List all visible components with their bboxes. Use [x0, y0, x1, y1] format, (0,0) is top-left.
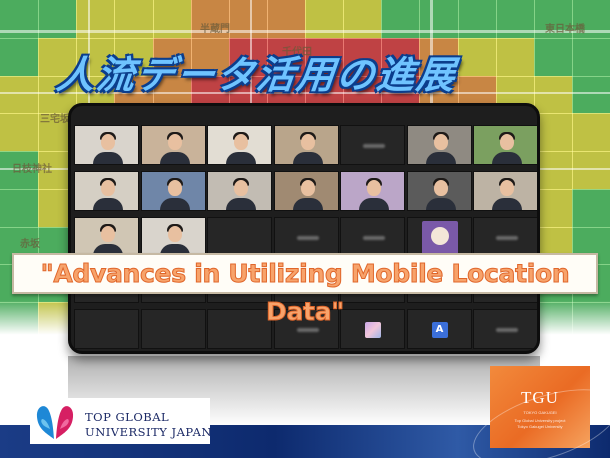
- participant-torso: [159, 152, 190, 164]
- subtitle-text: "Advances in Utilizing Mobile Location D…: [40, 259, 570, 327]
- participant-empty-tile: [207, 217, 272, 257]
- participant-torso: [425, 198, 456, 210]
- blurred-name: [363, 144, 385, 148]
- participant-skin: [300, 134, 315, 150]
- participant-torso: [492, 152, 522, 164]
- participant-skin: [500, 134, 514, 150]
- participant-torso: [359, 198, 389, 210]
- top-global-university-logo: TOP GLOBAL UNIVERSITY JAPAN: [30, 398, 212, 444]
- butterfly-icon: [36, 406, 74, 439]
- heatmap-cell: [571, 75, 610, 115]
- participant-skin: [167, 134, 182, 150]
- tgu-text: TGU: [521, 388, 559, 407]
- participant-empty-tile: [140, 309, 206, 349]
- participant-skin: [167, 226, 182, 242]
- participant-video: [406, 125, 472, 165]
- participant-video: [207, 171, 272, 211]
- participant-name-blurred: [473, 309, 537, 349]
- participant-video: [140, 171, 206, 211]
- heatmap-cell: [0, 188, 40, 228]
- participant-video: [273, 171, 339, 211]
- participant-name-blurred: [340, 217, 405, 257]
- blurred-name: [296, 236, 319, 240]
- tgu-subtext: Tokyo Gakugei University: [517, 424, 563, 429]
- participant-video: [74, 217, 139, 257]
- heatmap-cell: [571, 37, 610, 77]
- participant-video: [406, 171, 472, 211]
- participant-torso: [159, 198, 190, 210]
- participant-video: [340, 171, 405, 211]
- blurred-name: [496, 328, 518, 332]
- blurred-name: [496, 236, 518, 240]
- map-label: 半蔵門: [200, 24, 230, 35]
- participant-torso: [292, 152, 323, 164]
- participant-video: [207, 125, 272, 165]
- participant-skin: [367, 180, 381, 196]
- heatmap-cell: [0, 37, 40, 77]
- map-label: 三宅坂: [40, 114, 70, 125]
- participant-name-blurred: [473, 217, 537, 257]
- participant-video: [273, 125, 339, 165]
- subtitle-banner: "Advances in Utilizing Mobile Location D…: [12, 253, 598, 327]
- map-label: 日枝神社: [12, 164, 52, 175]
- heatmap-cell: [0, 113, 40, 153]
- heatmap-cell: [571, 188, 610, 228]
- heatmap-cell: [0, 75, 40, 115]
- participant-torso: [292, 198, 323, 210]
- participant-skin: [101, 180, 115, 196]
- map-label: 東日本橋: [545, 24, 585, 35]
- tgj-line1: TOP GLOBAL: [85, 410, 170, 424]
- participant-name-blurred: [273, 217, 339, 257]
- participant-video: [473, 125, 537, 165]
- tgu-logo: TGU TOKYO GAKUGEI Top Global University …: [490, 366, 590, 448]
- heatmap-cell: [571, 113, 610, 153]
- participant-skin: [234, 180, 248, 196]
- participant-video: [74, 125, 139, 165]
- participant-torso: [93, 152, 123, 164]
- participant-skin: [433, 180, 448, 196]
- participant-torso: [425, 152, 456, 164]
- map-label: 赤坂: [20, 239, 40, 250]
- avatar: [421, 221, 458, 255]
- participant-skin: [234, 134, 248, 150]
- participant-initial: A: [431, 322, 448, 338]
- blurred-name: [363, 236, 385, 240]
- profile-picture: [365, 322, 381, 338]
- participant-torso: [226, 198, 256, 210]
- participant-torso: [492, 198, 522, 210]
- participant-video: [140, 217, 206, 257]
- map-grid-line: [0, 37, 610, 39]
- participant-torso: [226, 152, 256, 164]
- participant-skin: [101, 226, 115, 242]
- participant-initial-tile: A: [406, 309, 472, 349]
- participant-name-blurred: [340, 125, 405, 165]
- participant-video: [473, 171, 537, 211]
- participant-skin: [167, 180, 182, 196]
- tgu-subtext: TOKYO GAKUGEI: [523, 410, 557, 415]
- participant-skin: [433, 134, 448, 150]
- page-title-japanese: 人流データ活用の進展: [54, 53, 459, 97]
- participant-empty-tile: [74, 309, 139, 349]
- participant-avatar-tile: [406, 217, 472, 257]
- participant-torso: [93, 198, 123, 210]
- participant-skin: [500, 180, 514, 196]
- participant-video: [74, 171, 139, 211]
- participant-skin: [101, 134, 115, 150]
- tgj-line2: UNIVERSITY JAPAN: [85, 425, 212, 439]
- map-road: [0, 30, 610, 33]
- participant-video: [140, 125, 206, 165]
- participant-picture-tile: [340, 309, 405, 349]
- participant-empty-tile: [207, 309, 272, 349]
- heatmap-cell: [571, 151, 610, 190]
- participant-skin: [300, 180, 315, 196]
- tgu-subtext: Top Global University project: [514, 418, 566, 423]
